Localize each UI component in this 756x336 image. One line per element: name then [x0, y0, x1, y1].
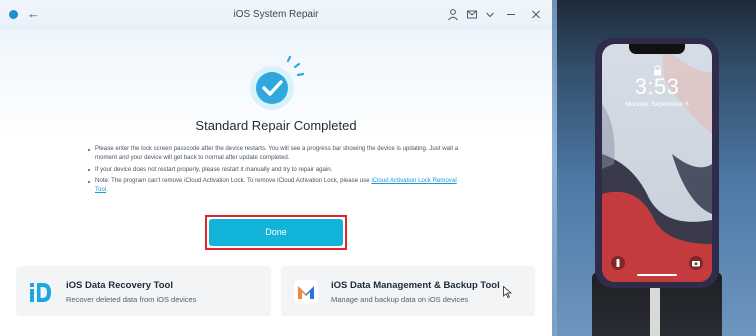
home-indicator — [637, 274, 677, 276]
success-check-icon — [250, 55, 305, 110]
repair-notes-list: Please enter the lock screen passcode af… — [87, 145, 467, 198]
note-item: If your device does not restart properly… — [87, 166, 467, 175]
tool-title: iOS Data Management & Backup Tool — [331, 280, 500, 291]
lock-screen-date: Monday, September 6 — [625, 101, 689, 108]
tool-subtitle: Recover deleted data from iOS devices — [66, 295, 197, 304]
close-icon[interactable] — [530, 8, 542, 21]
phone-camera-feed: 3:53 Monday, September 6 — [557, 0, 756, 336]
tool-card-data-recovery[interactable]: iOS Data Recovery Tool Recover deleted d… — [16, 266, 271, 316]
app-window: ← iOS System Repair Standard Repair Comp… — [0, 0, 552, 336]
note-item: Please enter the lock screen passcode af… — [87, 145, 467, 163]
usb-cable — [650, 284, 660, 336]
lock-screen: 3:53 Monday, September 6 — [602, 44, 712, 282]
note-text-suffix: . — [106, 186, 108, 194]
minimize-icon[interactable] — [505, 8, 517, 21]
camera-icon — [689, 256, 703, 270]
data-management-icon — [294, 280, 318, 304]
lock-screen-time: 3:53 — [634, 74, 680, 99]
done-button[interactable]: Done — [209, 219, 343, 246]
user-icon[interactable] — [447, 8, 459, 21]
tool-card-data-management[interactable]: iOS Data Management & Backup Tool Manage… — [281, 266, 535, 316]
tool-title: iOS Data Recovery Tool — [66, 280, 173, 291]
tool-subtitle: Manage and backup data on iOS devices — [331, 295, 469, 304]
note-text: Note: The program can't remove iCloud Ac… — [95, 177, 372, 185]
chevron-down-icon[interactable] — [484, 8, 496, 21]
repair-status-heading: Standard Repair Completed — [195, 118, 357, 133]
mouse-cursor-icon — [503, 286, 512, 298]
flashlight-icon — [611, 256, 625, 270]
mail-icon[interactable] — [466, 8, 478, 21]
data-recovery-icon — [30, 283, 51, 302]
phone-notch — [629, 44, 685, 54]
note-item: Note: The program can't remove iCloud Ac… — [87, 177, 467, 195]
title-bar: ← iOS System Repair — [0, 0, 552, 30]
